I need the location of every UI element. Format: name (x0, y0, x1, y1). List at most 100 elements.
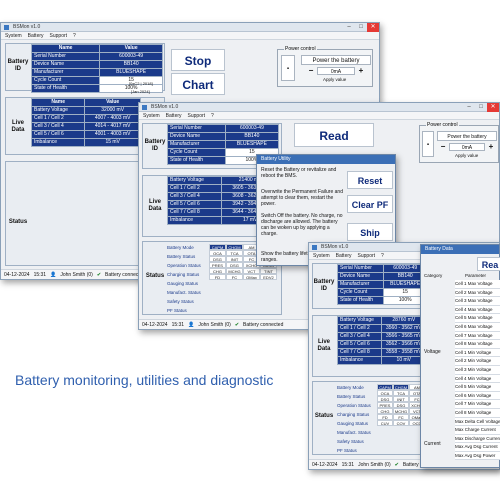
status-row-label: Charging Status (337, 412, 370, 417)
status-time: 15:31 (171, 322, 185, 328)
user-name: John Smith (0) (60, 272, 93, 278)
live-data-label: Live Data (11, 120, 25, 133)
category-current: Current (424, 441, 441, 447)
menu-help[interactable]: ? (381, 252, 384, 259)
stop-button[interactable]: Stop (171, 49, 225, 71)
list-item[interactable]: Cell 3 Max Voltage (455, 297, 500, 306)
state-of-health-key: State of Health (167, 156, 226, 165)
parameter-list: Cell 1 Max Voltage Cell 2 Max Voltage Ce… (455, 280, 500, 461)
live-data-label: Live Data (148, 199, 162, 212)
parameter-header: Parameter (465, 273, 487, 278)
status-row-label: Battery Mode (337, 385, 364, 390)
cell-3-4-value: 4014 - 4017 mV (84, 122, 141, 131)
cell-5-6-key: Cell 5 / Cell 6 (337, 340, 382, 349)
list-item[interactable]: Max Charge Current (455, 426, 500, 435)
list-item[interactable]: Cell 8 Max Voltage (455, 340, 500, 349)
list-item[interactable]: Max Avg Dsg Current (455, 443, 500, 452)
decrement-button[interactable]: − (307, 66, 315, 75)
live-data-label: Live Data (317, 339, 331, 352)
list-item[interactable]: Max Avg Dsg Power (455, 452, 500, 461)
current-step-input[interactable]: 0mA (449, 143, 485, 151)
power-indicator[interactable]: ▪ (422, 131, 434, 157)
menu-support[interactable]: Support (358, 252, 376, 259)
list-item[interactable]: Cell 2 Max Voltage (455, 289, 500, 298)
menu-help[interactable]: ? (73, 32, 76, 39)
decrement-button[interactable]: − (439, 142, 447, 151)
close-button[interactable]: ✕ (367, 23, 379, 32)
list-item[interactable]: Cell 5 Min Voltage (455, 383, 500, 392)
cell-5-6-key: Cell 5 / Cell 6 (166, 200, 223, 209)
reset-button[interactable]: Reset (347, 171, 393, 189)
list-item[interactable]: Cell 1 Min Voltage (455, 349, 500, 358)
read-button[interactable]: Rea (477, 257, 500, 271)
menu-system[interactable]: System (313, 252, 330, 259)
cycle-count-key: Cycle Count (30, 76, 101, 85)
window-title: BSMon v1.0 (321, 244, 349, 250)
manufacturer-key: Manufacturer (167, 140, 226, 149)
window-controls: – □ ✕ (343, 23, 379, 32)
power-battery-button[interactable]: Power the battery (437, 131, 497, 141)
menu-system[interactable]: System (143, 112, 160, 119)
live-data-table: Battery Voltage 28760 mV Cell 1 / Cell 23… (337, 316, 428, 365)
increment-button[interactable]: + (487, 142, 495, 151)
power-battery-button[interactable]: Power the battery (301, 55, 371, 65)
list-item[interactable]: Cell 4 Min Voltage (455, 375, 500, 384)
clear-pf-button[interactable]: Clear PF (347, 195, 393, 213)
list-item[interactable]: Cell 4 Max Voltage (455, 306, 500, 315)
list-item[interactable]: Cell 8 Min Voltage (455, 409, 500, 418)
list-item[interactable]: Cell 7 Max Voltage (455, 332, 500, 341)
device-name-value: BB140 (99, 60, 163, 69)
apply-value-label[interactable]: Apply value (455, 153, 478, 158)
status-labels: Battery Mode Battery Status Operation St… (337, 383, 371, 455)
device-name-key: Device Name (30, 60, 101, 69)
menu-support[interactable]: Support (50, 32, 68, 39)
user-name: John Smith (0) (358, 462, 391, 468)
battery-voltage-key: Battery Voltage (166, 176, 223, 185)
apply-value-label[interactable]: Apply value (323, 77, 346, 82)
list-item[interactable]: Cell 2 Min Voltage (455, 357, 500, 366)
status-date: 04-12-2024 (4, 272, 30, 278)
battery-data-title: Battery Data (421, 245, 499, 254)
state-of-health-key: State of Health (30, 84, 101, 93)
close-button[interactable]: ✕ (487, 103, 499, 112)
window-controls: – □ ✕ (463, 103, 499, 112)
status-row-label: Manufact. Status (167, 290, 201, 295)
menu-battery[interactable]: Battery (28, 32, 44, 39)
manufacturer-value: BLUESHAPE (224, 140, 280, 149)
power-indicator[interactable]: ▪ (281, 55, 295, 81)
list-item[interactable]: Max Delta Cell Voltage (455, 418, 500, 427)
list-item[interactable]: Cell 6 Max Voltage (455, 323, 500, 332)
status-flags-grid: CAPM CHGM AM OCA TCA OTA DSG INIT FC PRE… (377, 384, 425, 426)
read-button[interactable]: Read (294, 123, 374, 147)
power-control-label: Power control (426, 122, 459, 128)
list-item[interactable]: Cell 1 Max Voltage (455, 280, 500, 289)
menu-battery[interactable]: Battery (166, 112, 182, 119)
maximize-button[interactable]: □ (355, 23, 367, 32)
list-item[interactable]: Cell 6 Min Voltage (455, 392, 500, 401)
menu-battery[interactable]: Battery (336, 252, 352, 259)
battery-id-label: Battery ID (7, 59, 29, 72)
col-value: Value (99, 44, 163, 53)
maximize-button[interactable]: □ (475, 103, 487, 112)
list-item[interactable]: Cell 5 Max Voltage (455, 314, 500, 323)
chart-button[interactable]: Chart (171, 73, 225, 95)
list-item[interactable]: Cell 7 Min Voltage (455, 400, 500, 409)
state-of-health-extra: [Jan 2024] (131, 89, 150, 94)
imbalance-value: 15 mV (84, 138, 141, 147)
list-item[interactable]: Cell 3 Min Voltage (455, 366, 500, 375)
cell-1-2-key: Cell 1 / Cell 2 (30, 114, 86, 123)
status-flag: EDV2 (260, 274, 277, 280)
menu-support[interactable]: Support (188, 112, 206, 119)
ship-mode-button[interactable]: Ship Mode (347, 223, 393, 256)
list-item[interactable]: Max Discharge Current (455, 435, 500, 444)
minimize-button[interactable]: – (463, 103, 475, 112)
menu-system[interactable]: System (5, 32, 22, 39)
status-label: Status (314, 413, 334, 419)
current-step-input[interactable]: 0mA (317, 67, 355, 75)
imbalance-key: Imbalance (337, 356, 382, 365)
minimize-button[interactable]: – (343, 23, 355, 32)
menu-help[interactable]: ? (211, 112, 214, 119)
status-row-label: Gauging Status (337, 421, 369, 426)
cell-7-8-key: Cell 7 / Cell 8 (337, 348, 382, 357)
increment-button[interactable]: + (357, 66, 365, 75)
